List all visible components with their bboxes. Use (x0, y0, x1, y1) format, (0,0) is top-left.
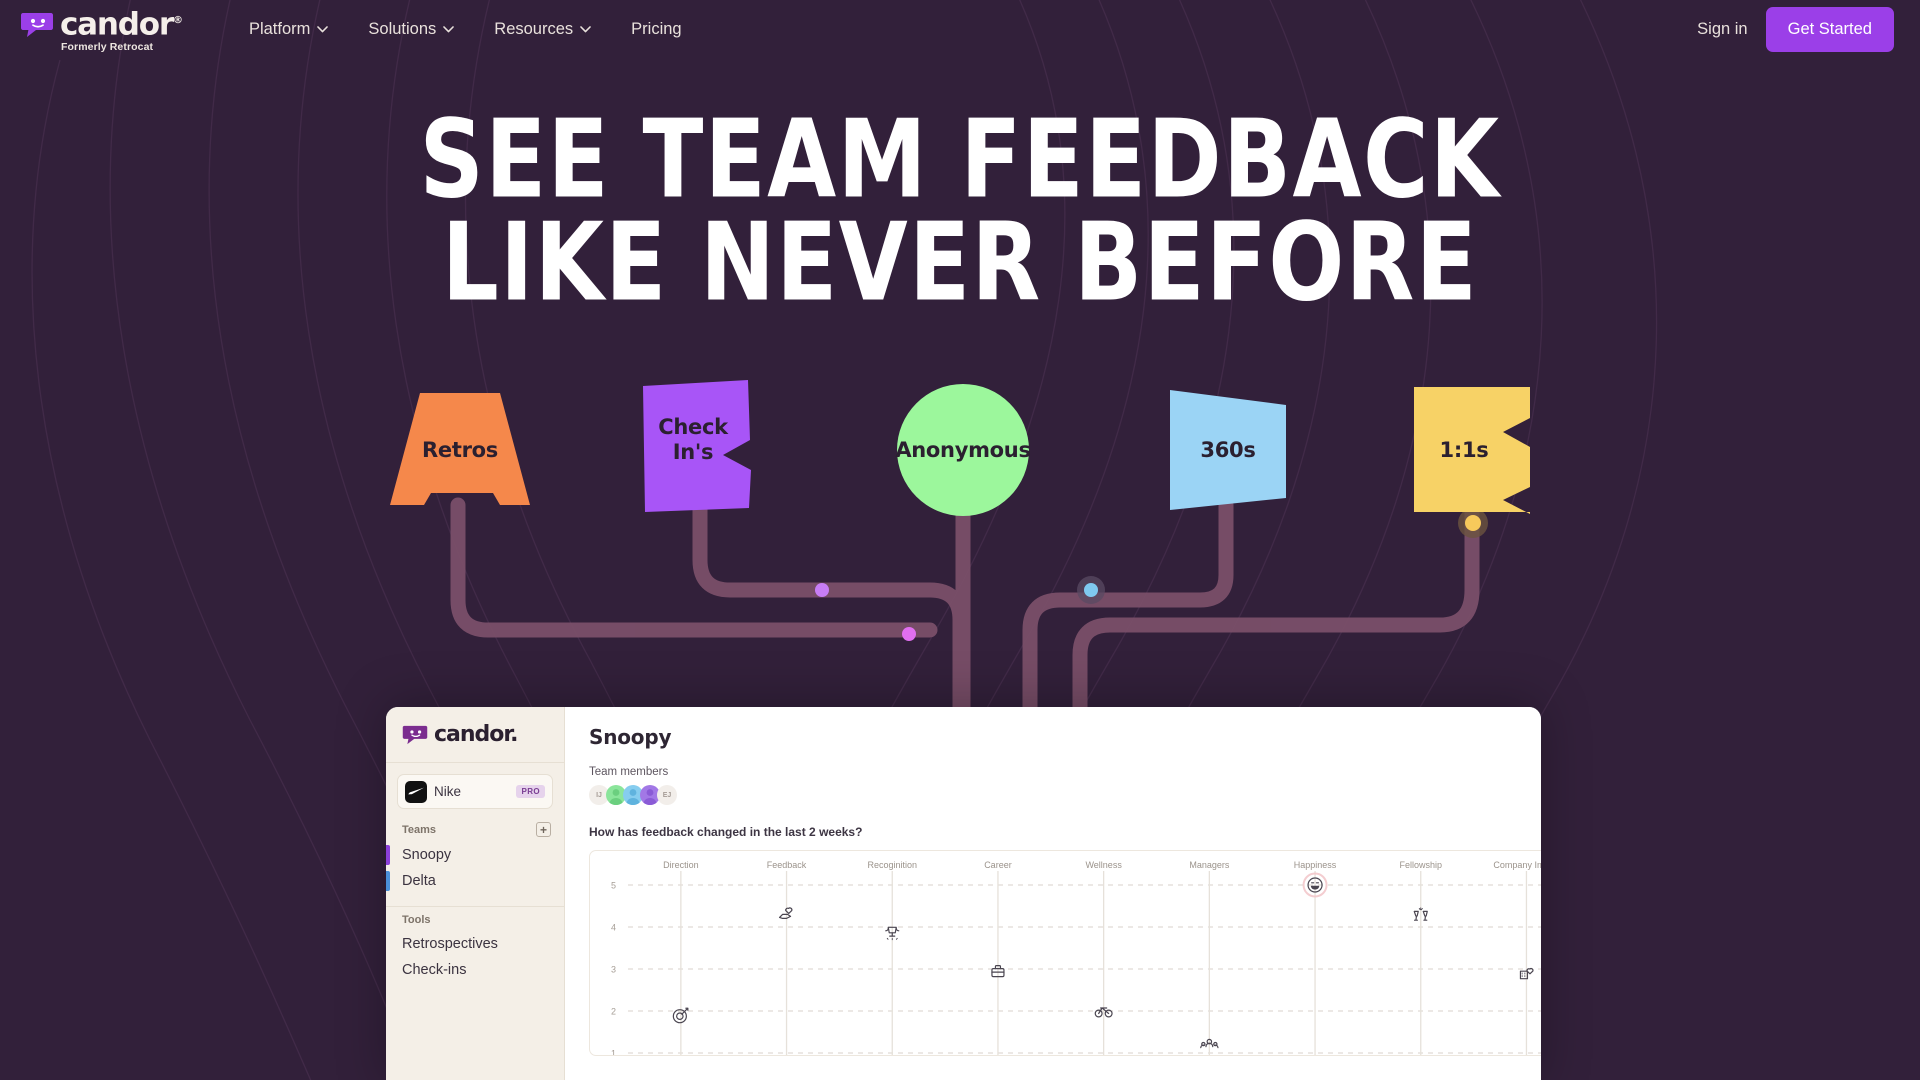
hero-headline-line-2: LIKE NEVER BEFORE (441, 199, 1479, 326)
top-navigation-bar: candor® Formerly Retrocat Platform Solut… (0, 0, 1920, 59)
dashboard-preview-card: candor. Nike PRO Teams + Snoopy Delta To… (386, 707, 1541, 1080)
brand-wordmark: candor® (60, 6, 183, 43)
shape-label-text: 360s (1200, 437, 1256, 462)
nav-item-label: Pricing (631, 20, 682, 38)
team-members-label: Team members (589, 766, 669, 778)
page-root: candor® Formerly Retrocat Platform Solut… (0, 0, 1920, 1080)
chart-question-label: How has feedback changed in the last 2 w… (589, 825, 863, 839)
chevron-down-icon (580, 26, 591, 33)
avatar[interactable]: EJ (657, 785, 677, 805)
dashboard-sidebar: candor. Nike PRO Teams + Snoopy Delta To… (386, 707, 565, 1080)
dashboard-logo-text: candor. (434, 722, 518, 747)
team-member-avatars: IJ EJ (589, 785, 677, 805)
sidebar-item-delta[interactable]: Delta (386, 868, 564, 894)
nav-item-pricing[interactable]: Pricing (611, 12, 701, 47)
feedback-chart: 5 4 3 2 1 Direction Feedback Recoginition Career… (589, 850, 1541, 1056)
chart-point-hand-heart-icon[interactable] (778, 907, 793, 920)
candor-speech-bubble-icon (402, 725, 428, 744)
shape-label-anonymous: Anonymous (893, 420, 1033, 480)
team-members-block: Team members IJ EJ (589, 766, 677, 805)
workspace-selector[interactable]: Nike PRO (397, 774, 553, 809)
travel-dot-checkins (815, 583, 829, 597)
connector-1on1s (1072, 497, 1480, 720)
dashboard-logo[interactable]: candor. (386, 707, 564, 763)
dashboard-main: Snoopy Team members IJ EJ How has feedba… (565, 707, 1541, 1080)
brand-logo[interactable]: candor® Formerly Retrocat (20, 6, 183, 53)
connector-360s (1022, 497, 1234, 720)
tools-header-label: Tools (402, 914, 431, 926)
chart-category-label: Feedback (767, 860, 807, 870)
chart-category-label: Wellness (1085, 860, 1122, 870)
page-title: Snoopy (589, 725, 672, 749)
get-started-button[interactable]: Get Started (1765, 7, 1894, 52)
active-team-indicator (386, 845, 390, 865)
sidebar-item-label: Delta (402, 873, 436, 889)
shape-label-checkins: Check In's (643, 400, 743, 480)
chart-y-tick-label: 4 (611, 923, 616, 933)
sidebar-item-snoopy[interactable]: Snoopy (386, 842, 564, 868)
sidebar-item-label: Snoopy (402, 847, 452, 863)
plus-icon[interactable]: + (536, 822, 551, 837)
chevron-down-icon (317, 26, 329, 33)
chart-y-tick-label: 1 (611, 1049, 616, 1057)
chart-y-tick-label: 2 (611, 1007, 616, 1017)
candor-speech-bubble-icon (21, 13, 53, 38)
sidebar-item-retrospectives[interactable]: Retrospectives (386, 931, 564, 957)
nav-item-label: Solutions (368, 20, 437, 38)
teams-header-label: Teams (402, 823, 437, 836)
dashboard-controls-row: Team members IJ EJ (589, 766, 1541, 809)
brand-tagline: Formerly Retrocat (61, 40, 154, 53)
nav-item-solutions[interactable]: Solutions (348, 12, 474, 47)
nike-swoosh-icon (405, 780, 427, 803)
shape-label-360s: 360s (1168, 420, 1288, 480)
sign-in-link[interactable]: Sign in (1679, 12, 1765, 47)
registered-mark: ® (172, 15, 183, 27)
tools-section-header: Tools (386, 907, 564, 931)
nav-links: Platform Solutions Resources Pricing (229, 12, 702, 47)
teams-section-header: Teams + (386, 815, 564, 842)
shape-label-1on1s: 1:1s (1414, 420, 1514, 480)
chevron-down-icon (443, 26, 455, 33)
chart-y-tick-label: 3 (611, 965, 616, 975)
chart-category-label: Managers (1189, 860, 1230, 870)
sidebar-item-label: Check-ins (402, 962, 467, 978)
travel-dot-1on1s (1465, 515, 1481, 531)
feedback-scatter-svg: 5 4 3 2 1 Direction Feedback Recoginition Career… (611, 860, 1541, 1057)
chart-category-label: Direction (663, 860, 699, 870)
travel-dot-checkins-2 (902, 627, 916, 641)
chart-category-label: Company Image (1493, 860, 1541, 870)
nav-actions: Sign in Get Started (1679, 7, 1920, 52)
sidebar-item-checkins[interactable]: Check-ins (386, 957, 564, 983)
pro-badge: PRO (516, 785, 545, 798)
sidebar-item-label: Retrospectives (402, 936, 498, 952)
shape-label-text: Retros (422, 437, 498, 462)
chart-category-label: Fellowship (1399, 860, 1442, 870)
nav-item-resources[interactable]: Resources (474, 12, 611, 47)
nav-item-label: Resources (494, 20, 574, 38)
avatar-initials: EJ (662, 791, 672, 799)
chart-category-label: Happiness (1294, 860, 1337, 870)
team-indicator (386, 871, 390, 891)
nav-item-label: Platform (248, 20, 311, 38)
shape-label-text: Anonymous (895, 437, 1031, 462)
nav-item-platform[interactable]: Platform (229, 12, 348, 47)
workspace-name: Nike (434, 784, 462, 799)
chart-category-label: Career (984, 860, 1012, 870)
shape-label-text: Check In's (658, 415, 728, 464)
hero-headline: SEE TEAM FEEDBACK LIKE NEVER BEFORE (67, 106, 1853, 326)
shape-label-text: 1:1s (1439, 437, 1489, 462)
shape-label-retros: Retros (390, 415, 530, 485)
chart-y-tick-label: 5 (611, 881, 616, 891)
connector-checkins (692, 492, 968, 720)
avatar-initials: IJ (596, 791, 602, 799)
chart-category-label: Recoginition (867, 860, 917, 870)
travel-dot-360s (1084, 583, 1098, 597)
